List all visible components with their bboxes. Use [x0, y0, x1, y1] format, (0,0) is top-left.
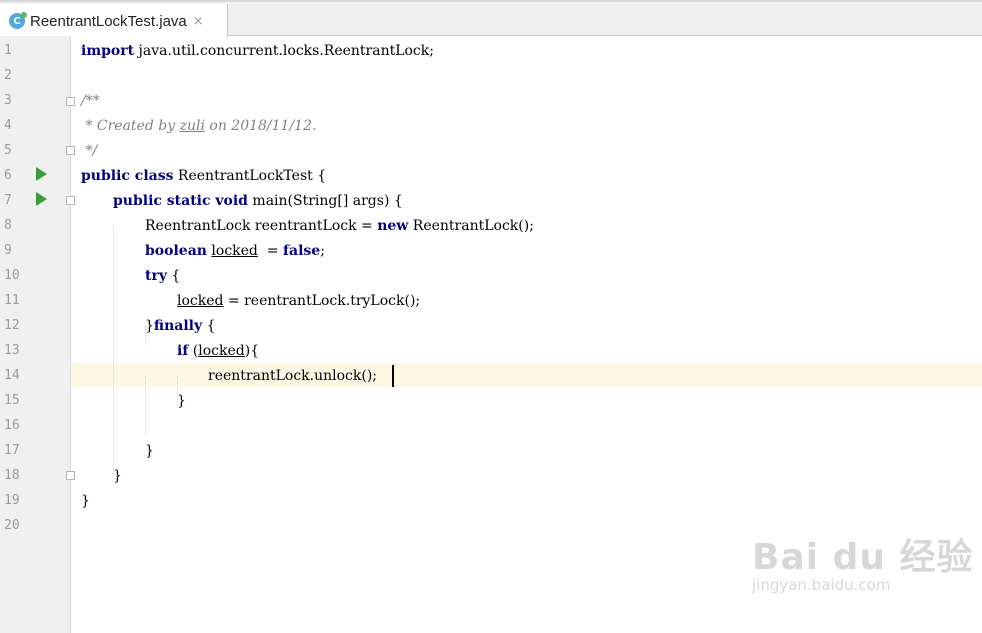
line-number: 18 — [4, 468, 20, 483]
line-number: 10 — [4, 268, 20, 283]
tab-label: ReentrantLockTest.java — [30, 12, 187, 30]
run-class-icon[interactable] — [36, 167, 47, 181]
keyword: false — [282, 243, 321, 259]
code-text: } — [145, 318, 154, 334]
class-icon-letter: C — [13, 15, 21, 27]
code-text: ){ — [244, 343, 260, 359]
line-number: 6 — [4, 168, 12, 183]
line-number: 12 — [4, 318, 20, 333]
code-line-4: * Created by zuli on 2018/11/12. — [81, 114, 316, 139]
java-class-icon: C — [9, 12, 27, 29]
line-number: 15 — [4, 393, 20, 408]
line-number: 5 — [4, 143, 12, 158]
comment-text: on 2018/11/12. — [204, 118, 317, 134]
code-text: = — [257, 243, 283, 259]
code-line-7: public static void main(String[] args) { — [113, 189, 403, 214]
watermark: Bai du 经验 jingyan.baidu.com — [752, 528, 974, 594]
line-number: 9 — [4, 243, 12, 258]
code-text: ReentrantLock(); — [408, 218, 534, 234]
watermark-brand: Bai du 经验 — [752, 537, 974, 578]
code-line-17: } — [145, 443, 154, 459]
code-text: { — [166, 268, 181, 284]
code-line-3: /** — [81, 93, 100, 109]
code-line-9: boolean locked = false; — [145, 239, 325, 264]
code-line-10: try { — [145, 264, 180, 289]
run-main-icon[interactable] — [36, 192, 47, 206]
code-line-19: } — [81, 493, 90, 509]
code-line-1: import java.util.concurrent.locks.Reentr… — [81, 39, 434, 64]
code-line-11: locked = reentrantLock.tryLock(); — [177, 289, 420, 314]
code-text: = reentrantLock.tryLock(); — [223, 293, 421, 309]
line-number: 4 — [4, 118, 12, 133]
line-number-gutter: 1 2 3 4 5 6 7 8 9 10 11 12 13 14 15 16 1… — [0, 36, 75, 633]
code-line-14: reentrantLock.unlock(); — [208, 368, 377, 384]
tab-reentrantlocktest[interactable]: C ReentrantLockTest.java × — [0, 4, 228, 38]
comment-author: zuli — [179, 118, 205, 134]
code-text: ( — [188, 343, 199, 359]
code-text: ReentrantLockTest { — [173, 168, 327, 184]
indent-guide — [113, 226, 114, 476]
line-number: 2 — [4, 68, 12, 83]
code-line-8: ReentrantLock reentrantLock = new Reentr… — [145, 214, 534, 239]
line-number: 13 — [4, 343, 20, 358]
code-line-18: } — [113, 468, 122, 484]
text-caret — [392, 365, 394, 387]
code-line-5: */ — [81, 143, 98, 159]
code-text: ; — [320, 243, 325, 259]
line-number: 14 — [4, 368, 20, 383]
keyword: if — [177, 343, 189, 359]
runnable-badge-icon — [21, 12, 27, 18]
keyword: boolean — [145, 243, 207, 259]
line-number: 20 — [4, 518, 20, 533]
keyword: finally — [153, 318, 203, 334]
line-number: 19 — [4, 493, 20, 508]
code-text: ReentrantLock reentrantLock = — [145, 218, 378, 234]
code-line-15: } — [177, 393, 186, 409]
line-number: 11 — [4, 293, 20, 308]
line-number: 7 — [4, 193, 12, 208]
code-line-12: }finally { — [145, 314, 215, 339]
editor-tab-bar: C ReentrantLockTest.java × — [0, 0, 982, 38]
keyword: new — [377, 218, 409, 234]
close-tab-icon[interactable]: × — [193, 14, 204, 29]
indent-guide — [145, 376, 146, 436]
keyword: public class — [81, 168, 174, 184]
code-text: java.util.concurrent.locks.ReentrantLock… — [134, 43, 434, 59]
comment-text: * Created by — [81, 118, 180, 134]
variable: locked — [211, 243, 258, 259]
keyword: import — [81, 43, 135, 59]
line-number: 3 — [4, 93, 12, 108]
keyword: public static void — [113, 193, 248, 209]
code-line-6: public class ReentrantLockTest { — [81, 164, 326, 189]
line-number: 1 — [4, 43, 12, 58]
code-line-13: if (locked){ — [177, 339, 259, 364]
line-number: 16 — [4, 418, 20, 433]
line-number: 8 — [4, 218, 12, 233]
code-text: { — [202, 318, 216, 334]
keyword: try — [145, 268, 167, 284]
variable: locked — [177, 293, 224, 309]
line-number: 17 — [4, 443, 20, 458]
variable: locked — [198, 343, 245, 359]
code-text: main(String[] args) { — [247, 193, 403, 209]
